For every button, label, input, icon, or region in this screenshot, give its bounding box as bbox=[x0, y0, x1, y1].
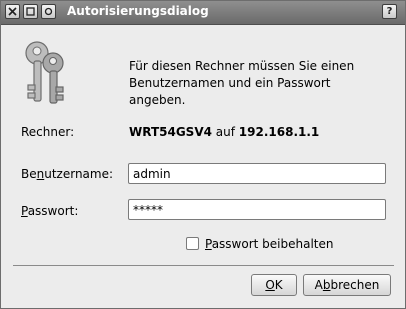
password-input[interactable] bbox=[128, 199, 386, 220]
keep-password-checkbox[interactable] bbox=[186, 237, 199, 250]
help-button[interactable]: ? bbox=[382, 4, 397, 19]
computer-host: WRT54GSV4 bbox=[129, 125, 212, 139]
ok-label-post: K bbox=[274, 278, 283, 292]
minimize-button[interactable] bbox=[41, 4, 56, 19]
separator bbox=[13, 265, 394, 266]
maximize-button[interactable] bbox=[23, 4, 38, 19]
minimize-icon bbox=[44, 7, 53, 16]
keep-password-label[interactable]: Passwort beibehalten bbox=[205, 237, 334, 251]
window-title: Autorisierungsdialog bbox=[67, 4, 209, 18]
ok-label-mnemonic: O bbox=[265, 278, 275, 292]
username-label-post: utzername: bbox=[44, 167, 114, 181]
password-label-mnemonic: P bbox=[21, 204, 28, 218]
password-label-post: asswort: bbox=[27, 204, 79, 218]
computer-label: Rechner: bbox=[21, 125, 75, 139]
username-label-pre: Be bbox=[21, 167, 37, 181]
password-label: Passwort: bbox=[21, 204, 78, 218]
title-bar[interactable]: Autorisierungsdialog ? bbox=[1, 1, 405, 25]
auth-message: Für diesen Rechner müssen Sie einen Benu… bbox=[129, 59, 355, 107]
keys-icon bbox=[25, 41, 64, 104]
computer-address: 192.168.1.1 bbox=[238, 125, 320, 139]
auth-dialog-window: Autorisierungsdialog ? Für diesen Rechne… bbox=[0, 0, 406, 309]
close-button[interactable] bbox=[5, 4, 20, 19]
computer-value: WRT54GSV4 auf 192.168.1.1 bbox=[129, 125, 319, 139]
keep-password-label-mnemonic: P bbox=[205, 237, 212, 251]
keep-password-label-post: asswort beibehalten bbox=[211, 237, 334, 251]
username-label: Benutzername: bbox=[21, 167, 113, 181]
ok-button[interactable]: OK bbox=[251, 274, 297, 296]
cancel-label-pre: A bbox=[314, 278, 323, 292]
cancel-label-post: brechen bbox=[330, 278, 380, 292]
computer-connector: auf bbox=[215, 125, 235, 139]
cancel-button[interactable]: Abbrechen bbox=[303, 274, 391, 296]
maximize-icon bbox=[26, 7, 35, 16]
close-icon bbox=[8, 7, 17, 16]
username-input[interactable] bbox=[128, 163, 386, 184]
